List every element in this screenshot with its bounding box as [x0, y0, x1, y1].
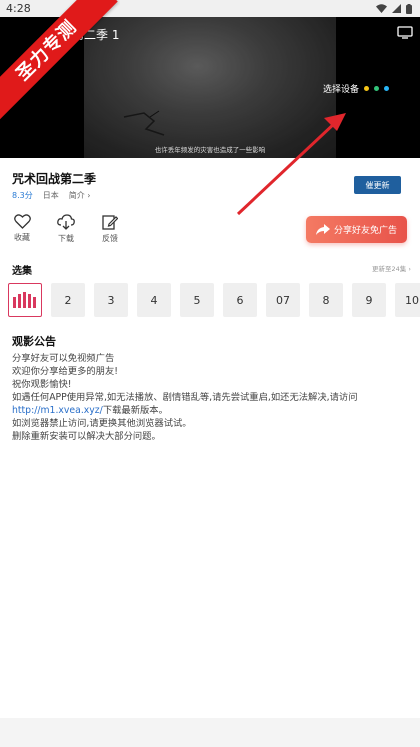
- episode-item[interactable]: 2: [51, 283, 85, 317]
- notice-line: 如浏览器禁止访问,请更换其他浏览器试试。: [12, 418, 192, 429]
- download-label: 下载: [58, 234, 74, 243]
- share-friend-button[interactable]: 分享好友免广告: [306, 216, 407, 243]
- intro-link[interactable]: 简介 ›: [69, 190, 91, 201]
- episode-item[interactable]: 4: [137, 283, 171, 317]
- show-region: 日本: [42, 191, 59, 200]
- download-link[interactable]: http://m1.xvea.xyz/: [12, 405, 103, 416]
- show-meta: 8.3分 日本 简介 ›: [12, 190, 90, 201]
- episodes-heading: 选集: [12, 266, 32, 277]
- wifi-icon: [376, 4, 387, 13]
- favorite-button[interactable]: 收藏: [10, 214, 34, 244]
- video-frame[interactable]: [84, 17, 336, 158]
- download-button[interactable]: 下载: [54, 214, 78, 244]
- episode-item[interactable]: 10: [395, 283, 420, 317]
- signal-icon: [392, 4, 401, 13]
- notice-line: 删除重新安装可以解决大部分问题。: [12, 431, 161, 442]
- device-dot: [364, 86, 370, 91]
- notice-line: 祝你观影愉快!: [12, 379, 72, 390]
- episode-item[interactable]: 9: [352, 283, 386, 317]
- cast-icon[interactable]: [397, 26, 413, 39]
- device-dot: [374, 86, 380, 91]
- battery-icon: [406, 3, 412, 14]
- episode-item[interactable]: 5: [180, 283, 214, 317]
- show-title: 咒术回战第二季: [12, 172, 97, 186]
- download-icon: [57, 214, 75, 230]
- episode-list: 2 3 4 5 6 07 8 9 10: [8, 283, 420, 317]
- device-dot: [384, 86, 390, 91]
- ribbon-banner: 圣力专测: [0, 0, 120, 120]
- episode-item[interactable]: 3: [94, 283, 128, 317]
- urge-update-button[interactable]: 催更新: [354, 176, 401, 194]
- heart-icon: [13, 214, 31, 229]
- episode-item[interactable]: 07: [266, 283, 300, 317]
- notice-link-suffix: 下载最新版本。: [102, 405, 168, 416]
- notice-body: 分享好友可以免视频广告 欢迎你分享给更多的朋友! 祝你观影愉快! 如遇任何APP…: [12, 352, 408, 443]
- share-arrow-icon: [315, 224, 330, 235]
- device-select-label: 选择设备: [323, 85, 360, 95]
- ribbon-text: 圣力专测: [0, 0, 118, 120]
- episode-item-playing[interactable]: [8, 283, 42, 317]
- video-subtitle: 也许丢年频发的灾害也造成了一些影响: [154, 146, 266, 154]
- notice-heading: 观影公告: [12, 335, 56, 348]
- share-label: 分享好友免广告: [333, 226, 397, 236]
- notice-line: 欢迎你分享给更多的朋友!: [12, 366, 118, 377]
- show-score: 8.3分: [12, 191, 33, 200]
- notice-link-line: http://m1.xvea.xyz/下载最新版本。: [12, 404, 408, 417]
- status-icons: [376, 3, 412, 14]
- playing-bars-icon: [13, 292, 36, 308]
- notice-line: 如遇任何APP使用异常,如无法播放、剧情错乱等,请先尝试重启,如还无法解决,请访…: [12, 392, 358, 403]
- app-page: 4:28 战第二季 1 选择设备 也许丢年频发的灾害也造成了一些影响 圣力专测 …: [0, 0, 420, 747]
- episode-item[interactable]: 6: [223, 283, 257, 317]
- feedback-button[interactable]: 反馈: [98, 214, 122, 244]
- notice-line: 分享好友可以免视频广告: [12, 353, 115, 364]
- feedback-label: 反馈: [102, 234, 118, 243]
- favorite-label: 收藏: [14, 233, 30, 242]
- feedback-icon: [102, 215, 118, 230]
- episodes-update-link[interactable]: 更新至24集 ›: [372, 263, 411, 273]
- episode-item[interactable]: 8: [309, 283, 343, 317]
- bottom-bar: [0, 718, 420, 747]
- action-row: 收藏 下载 反馈: [10, 214, 122, 244]
- device-select[interactable]: 选择设备: [323, 82, 390, 95]
- video-scene: [84, 17, 336, 158]
